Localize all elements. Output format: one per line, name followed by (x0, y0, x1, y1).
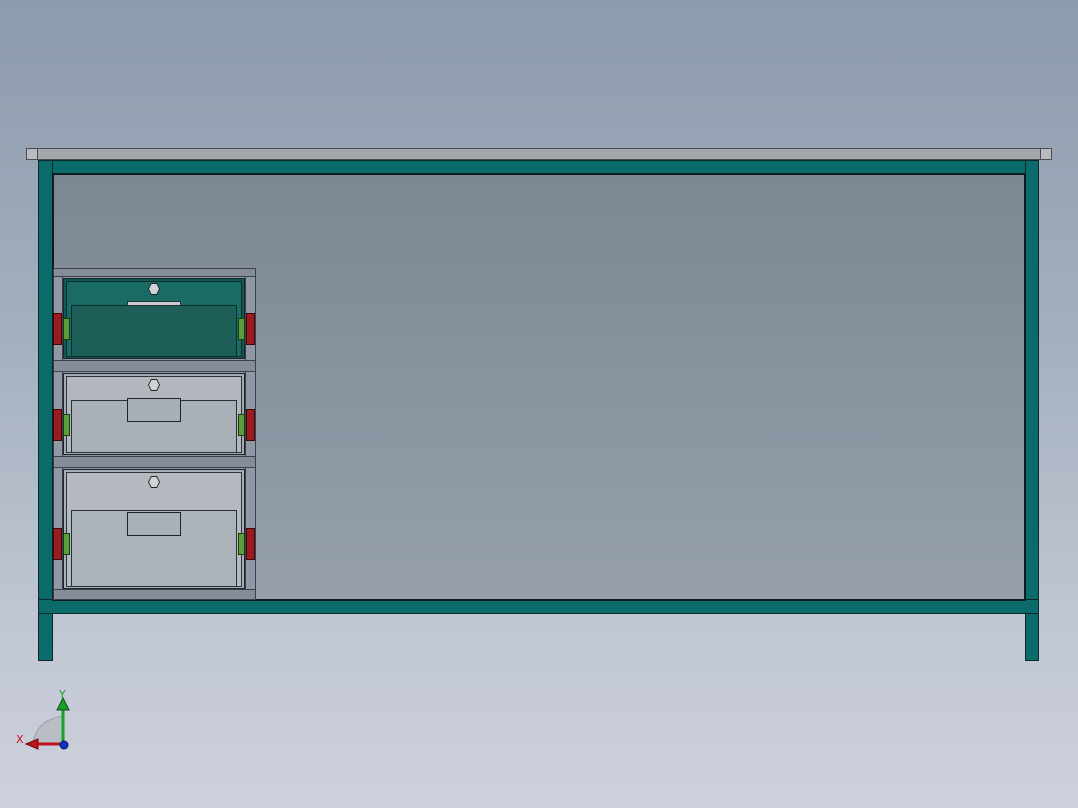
runner-left-1 (53, 313, 62, 345)
triad-y-label: Y (59, 688, 66, 701)
runner-right-3 (246, 528, 255, 560)
middle-drawer-handle[interactable] (127, 398, 181, 422)
bottom-drawer[interactable] (63, 469, 245, 589)
frame-right-leg[interactable] (1025, 160, 1039, 661)
triad-x-label: X (16, 733, 24, 746)
runner-left-2-inner (63, 414, 70, 436)
cabinet-rail-1 (53, 360, 256, 372)
top-drawer[interactable] (63, 278, 245, 359)
runner-left-1-inner (63, 318, 70, 340)
table-top-end-right (1040, 148, 1052, 160)
cad-viewport[interactable]: Y X (0, 0, 1078, 808)
cabinet-rail-2 (53, 456, 256, 468)
frame-left-leg[interactable] (38, 160, 53, 661)
runner-right-2-inner (238, 414, 245, 436)
bottom-drawer-handle[interactable] (127, 512, 181, 536)
runner-left-3-inner (63, 533, 70, 555)
middle-drawer[interactable] (63, 373, 245, 455)
top-drawer-front (71, 305, 237, 357)
runner-right-1 (246, 313, 255, 345)
runner-left-3 (53, 528, 62, 560)
runner-right-2 (246, 409, 255, 441)
frame-bottom-rail[interactable] (38, 599, 1039, 614)
cabinet-bottom-rail (53, 589, 256, 600)
runner-right-3-inner (238, 533, 245, 555)
runner-right-1-inner (238, 318, 245, 340)
cabinet-top-rail (53, 268, 256, 277)
table-top-end-left (26, 148, 38, 160)
top-drawer-label-slot (127, 301, 181, 306)
table-top-plate[interactable] (26, 148, 1052, 160)
runner-left-2 (53, 409, 62, 441)
frame-top-rail[interactable] (38, 160, 1039, 174)
